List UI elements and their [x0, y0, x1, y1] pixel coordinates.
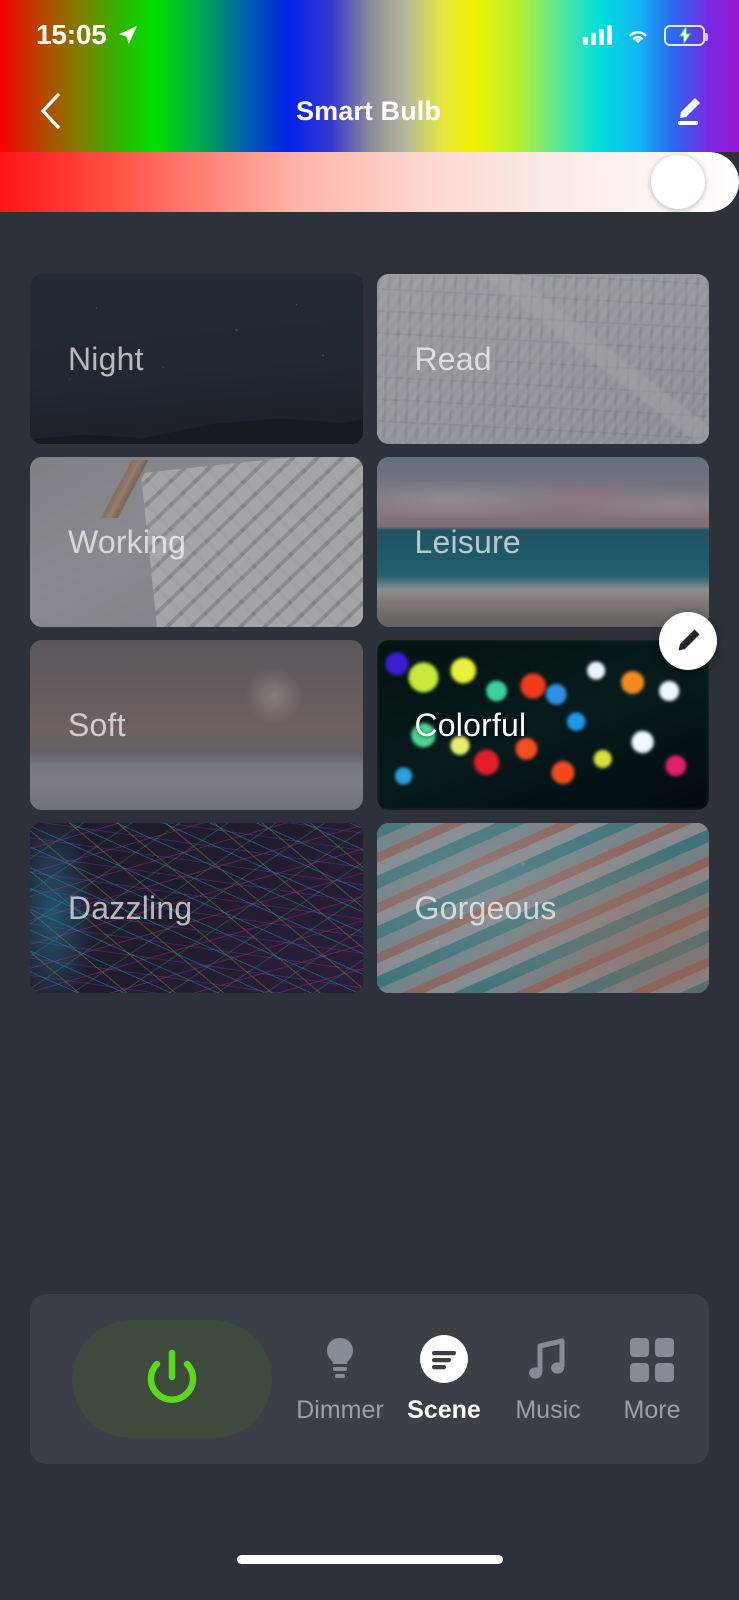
scene-label: Colorful: [414, 706, 527, 743]
tab-more[interactable]: More: [600, 1334, 704, 1425]
scene-label: Read: [414, 340, 492, 377]
scene-label: Leisure: [414, 523, 521, 560]
smart-bulb-screen: 15:05 Smart Bulb Night Read Working Leis…: [0, 0, 739, 1600]
scene-card[interactable]: Night: [30, 274, 363, 444]
tab-music[interactable]: Music: [496, 1334, 600, 1425]
header-edit-button[interactable]: [665, 89, 709, 133]
tab-label: Scene: [407, 1395, 481, 1424]
saturation-slider[interactable]: [0, 152, 739, 212]
scene-edit-fab[interactable]: [659, 612, 717, 670]
page-title: Smart Bulb: [295, 95, 442, 126]
back-button[interactable]: [28, 89, 72, 133]
scene-card[interactable]: Working: [30, 457, 363, 627]
status-clock: 15:05: [36, 19, 107, 50]
cellular-signal-icon: [583, 25, 612, 45]
chevron-left-icon: [41, 93, 60, 129]
location-arrow-icon: [118, 26, 137, 44]
scene-label: Night: [68, 340, 144, 377]
battery-charging-icon: [664, 24, 708, 46]
scene-label: Dazzling: [68, 889, 193, 926]
scene-card[interactable]: Read: [376, 274, 709, 444]
lightning-bolt-icon: [678, 26, 691, 44]
scene-card[interactable]: Dazzling: [30, 823, 363, 993]
tab-label: Music: [515, 1395, 581, 1424]
home-indicator-bar: [236, 1555, 503, 1564]
scene-grid: Night Read Working Leisure Soft Colorful Dazzl…: [30, 274, 709, 993]
tab-label: Dimmer: [296, 1395, 384, 1424]
scene-card[interactable]: Soft: [30, 640, 363, 810]
saturation-slider-thumb[interactable]: [650, 155, 705, 209]
pencil-icon: [678, 629, 700, 651]
pencil-edit-icon: [678, 98, 700, 125]
tab-scene[interactable]: Scene: [392, 1334, 496, 1425]
power-icon: [147, 1349, 197, 1403]
lightbulb-icon: [317, 1334, 363, 1384]
status-bar-right: [583, 24, 708, 46]
status-bar-left: 15:05: [36, 19, 138, 51]
scene-label: Soft: [68, 706, 126, 743]
status-bar: 15:05: [0, 0, 739, 70]
color-header: 15:05 Smart Bulb: [0, 0, 739, 152]
power-button[interactable]: [72, 1320, 272, 1438]
grid-squares-icon: [628, 1334, 676, 1384]
tab-label: More: [623, 1395, 681, 1424]
scene-label: Gorgeous: [414, 889, 557, 926]
navigation-bar: Smart Bulb: [0, 70, 739, 152]
scene-card[interactable]: Gorgeous: [376, 823, 709, 993]
tab-dimmer[interactable]: Dimmer: [288, 1334, 392, 1425]
bottom-control-bar: Dimmer Scene Music More: [30, 1294, 709, 1464]
wifi-icon: [629, 31, 647, 44]
scene-label: Working: [68, 523, 187, 560]
scene-card[interactable]: Colorful: [376, 640, 709, 810]
scene-card[interactable]: Leisure: [376, 457, 709, 627]
music-note-icon: [524, 1334, 572, 1384]
tab-list: Dimmer Scene Music More: [272, 1334, 708, 1425]
scene-lines-icon: [419, 1334, 469, 1384]
